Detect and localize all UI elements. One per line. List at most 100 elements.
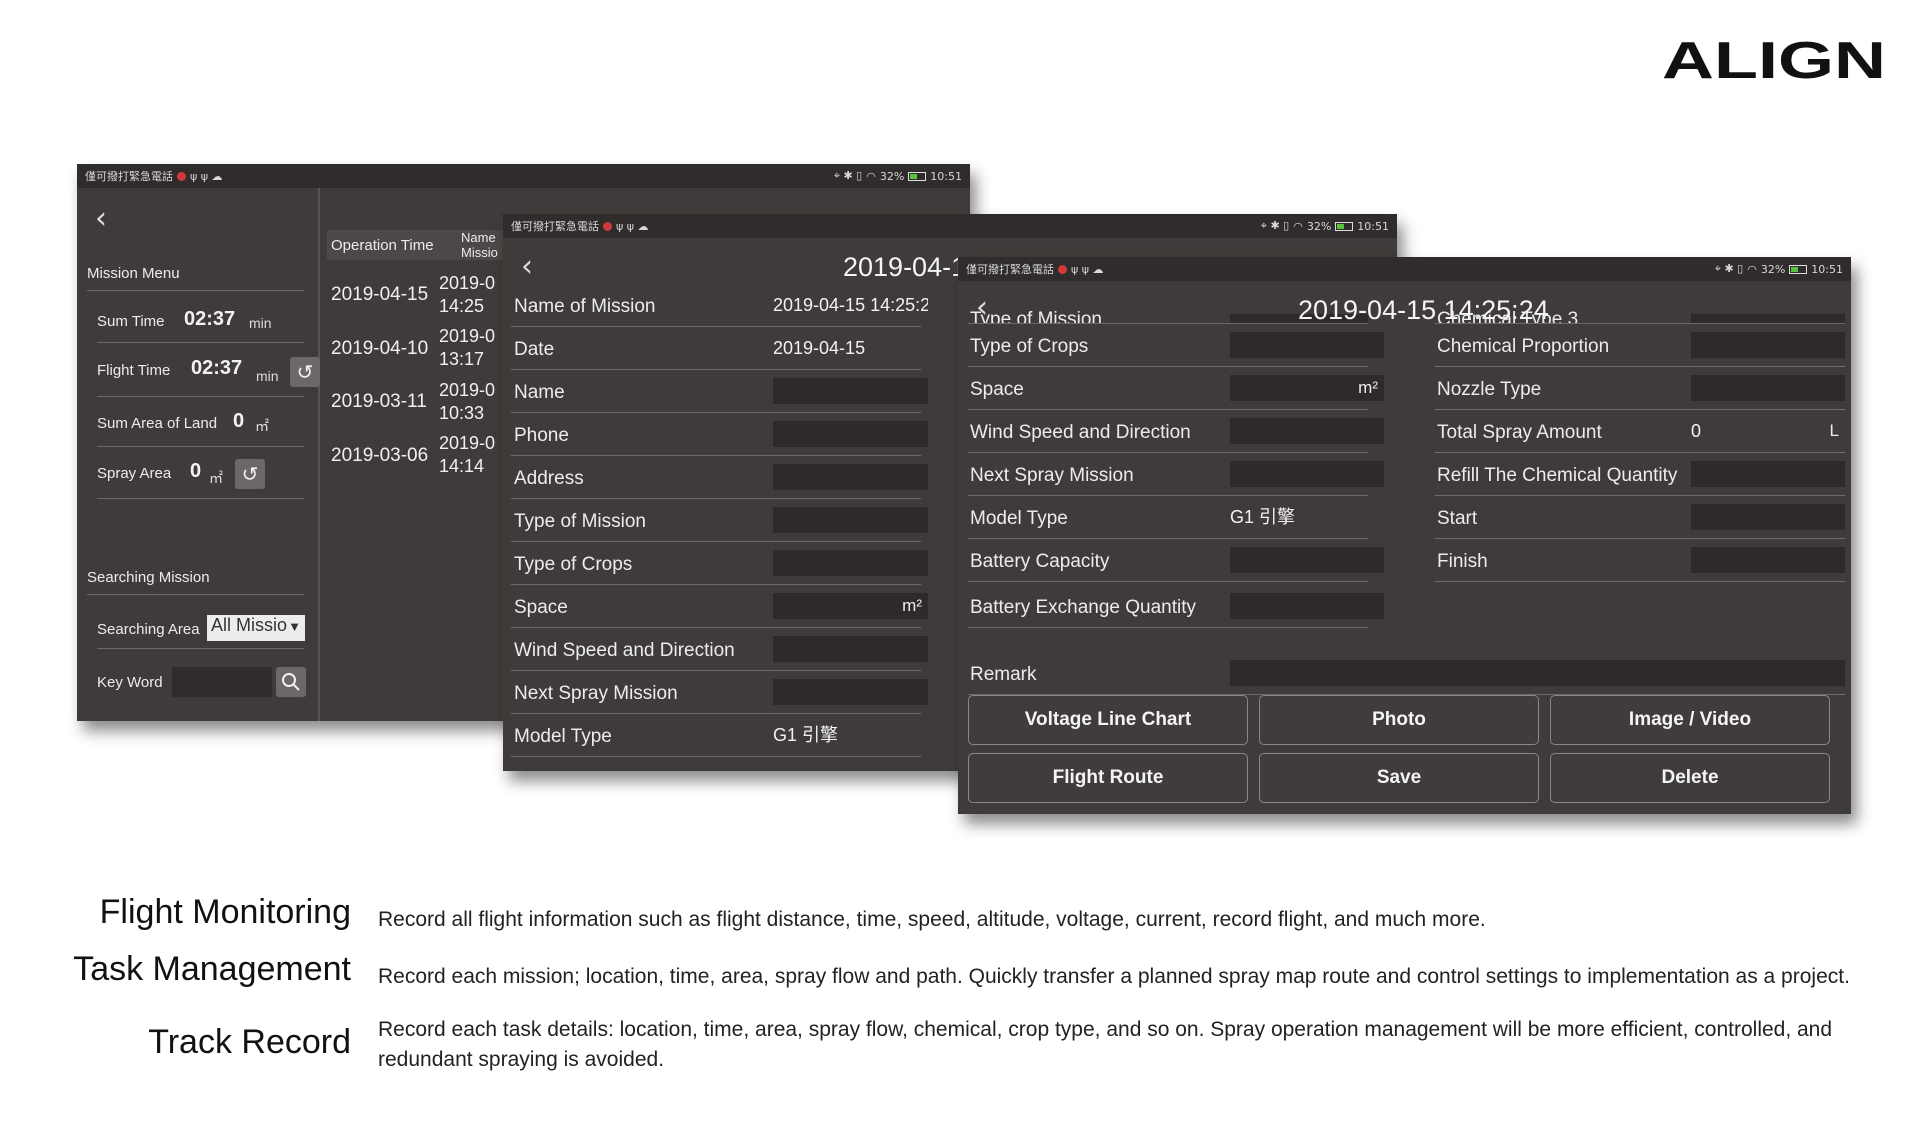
field-input[interactable]	[1230, 593, 1384, 619]
field-input[interactable]: 2019-04-15 14:25:2	[773, 292, 928, 318]
form-row: Name of Mission 2019-04-15 14:25:2	[511, 284, 928, 327]
field-input[interactable]	[1691, 547, 1845, 573]
searching-area-label: Searching Area	[97, 621, 200, 638]
field-label: Type of Crops	[970, 336, 1089, 357]
divider	[87, 594, 304, 595]
searching-area-select[interactable]: All Missio ▼	[207, 615, 305, 641]
field-input[interactable]	[773, 636, 928, 662]
battery-icon	[1335, 221, 1354, 231]
divider	[97, 648, 304, 649]
operation-date: 2019-03-11	[331, 391, 427, 412]
sum-time-unit: min	[249, 315, 272, 331]
operation-date: 2019-03-06	[331, 445, 429, 466]
back-icon[interactable]: ‹	[976, 293, 988, 323]
divider	[97, 342, 304, 343]
field-input[interactable]	[773, 679, 928, 705]
field-input[interactable]	[773, 421, 928, 447]
status-text: 僅可撥打緊急電話	[511, 220, 599, 233]
reset-spray-area-icon[interactable]: ↺	[235, 459, 265, 489]
back-icon[interactable]: ‹	[95, 204, 107, 234]
field-label: Model Type	[514, 726, 612, 747]
partial-left-label: Type of Mission	[970, 309, 1102, 323]
image-video-button[interactable]: Image / Video	[1550, 695, 1830, 745]
mission-name-line1: 2019-0	[439, 273, 496, 293]
field-input[interactable]: G1 引擎	[1230, 504, 1384, 530]
form-row: Battery Exchange Quantity	[968, 585, 1384, 628]
form-row: Nozzle Type	[1435, 367, 1845, 410]
back-icon[interactable]: ‹	[521, 252, 533, 282]
flight-time-unit: min	[256, 368, 279, 384]
field-input[interactable]	[1691, 504, 1845, 530]
mission-name-line2: 13:17	[439, 349, 485, 369]
page-title: 2019-04-15 14:25:24	[1298, 295, 1549, 325]
operation-date: 2019-04-10	[331, 338, 429, 359]
caption-title: Flight Monitoring	[99, 893, 351, 931]
field-input[interactable]	[1691, 461, 1845, 487]
caption-text: Record all flight information such as fl…	[378, 908, 1486, 931]
field-label: Date	[514, 339, 555, 360]
location-icon: ⌖ ✱ ▯	[833, 169, 863, 182]
field-input[interactable]	[1230, 461, 1384, 487]
field-input[interactable]	[773, 507, 928, 533]
field-unit: m²	[902, 596, 922, 615]
form-row: Model Type G1 引擎	[511, 714, 921, 757]
divider	[87, 290, 304, 291]
field-unit: L	[1829, 421, 1839, 440]
key-word-input[interactable]	[172, 667, 272, 697]
field-value: 2019-04-15	[773, 338, 866, 358]
operation-date: 2019-04-15	[331, 284, 429, 305]
field-input[interactable]	[1230, 332, 1384, 358]
divider	[97, 498, 304, 499]
status-text: 僅可撥打緊急電話	[966, 263, 1054, 276]
field-label: Chemical Proportion	[1437, 336, 1610, 357]
usb-icon: ψ ψ ☁	[190, 169, 223, 183]
status-bar: 僅可撥打緊急電話 ψ ψ ☁ ⌖ ✱ ▯ ◠ 32% 10:51	[77, 164, 970, 188]
photo-button[interactable]: Photo	[1259, 695, 1539, 745]
key-word-label: Key Word	[97, 674, 163, 691]
field-label: Phone	[514, 425, 569, 446]
save-button[interactable]: Save	[1259, 753, 1539, 803]
sum-area-value: 0	[233, 410, 245, 432]
field-input[interactable]	[773, 550, 928, 576]
spray-area-value: 0	[190, 460, 202, 482]
form-row: Next Spray Mission	[511, 671, 928, 714]
field-input[interactable]	[1230, 547, 1384, 573]
field-label: Name	[514, 382, 565, 403]
field-input[interactable]	[773, 378, 928, 404]
spray-area-unit: ㎡	[209, 470, 223, 486]
field-input[interactable]	[773, 464, 928, 490]
status-text: 僅可撥打緊急電話	[85, 170, 173, 183]
form-row: Next Spray Mission	[968, 453, 1384, 496]
divider	[97, 396, 304, 397]
spray-area-label: Spray Area	[97, 465, 172, 482]
reset-flight-time-icon[interactable]: ↺	[290, 357, 320, 387]
search-icon[interactable]	[276, 667, 306, 697]
form-row: Start	[1435, 496, 1845, 539]
field-input[interactable]	[1691, 332, 1845, 358]
mission-name-line1: 2019-0	[439, 326, 496, 346]
mission-header: Missio	[461, 245, 498, 260]
field-input[interactable]: m²	[773, 593, 928, 619]
remark-input[interactable]	[1230, 660, 1845, 686]
form-row: Battery Capacity	[968, 539, 1384, 582]
voltage-line-chart-button[interactable]: Voltage Line Chart	[968, 695, 1248, 745]
mission-name-line2: 14:25	[439, 296, 485, 316]
field-input[interactable]	[1230, 418, 1384, 444]
chevron-down-icon: ▼	[288, 619, 301, 634]
field-label: Type of Crops	[514, 554, 633, 575]
field-input[interactable]: 0L	[1691, 418, 1845, 444]
page-title: 2019-04-1	[843, 252, 967, 282]
flight-route-button[interactable]: Flight Route	[968, 753, 1248, 803]
field-input[interactable]	[1691, 375, 1845, 401]
status-bar: 僅可撥打緊急電話 ψ ψ ☁ ⌖ ✱ ▯ ◠ 32% 10:51	[503, 214, 1397, 238]
field-value: G1 引擎	[773, 725, 839, 745]
caption-text: Record each task details: location, time…	[378, 1018, 1833, 1071]
form-row: Type of Mission	[511, 499, 928, 542]
field-input[interactable]: G1 引擎	[773, 722, 928, 748]
field-input[interactable]: 2019-04-15	[773, 335, 928, 361]
battery-icon	[1789, 264, 1808, 274]
status-bar: 僅可撥打緊急電話 ψ ψ ☁ ⌖ ✱ ▯ ◠ 32% 10:51	[958, 257, 1851, 281]
field-input[interactable]: m²	[1230, 375, 1384, 401]
delete-button[interactable]: Delete	[1550, 753, 1830, 803]
record-indicator-icon	[603, 221, 612, 231]
